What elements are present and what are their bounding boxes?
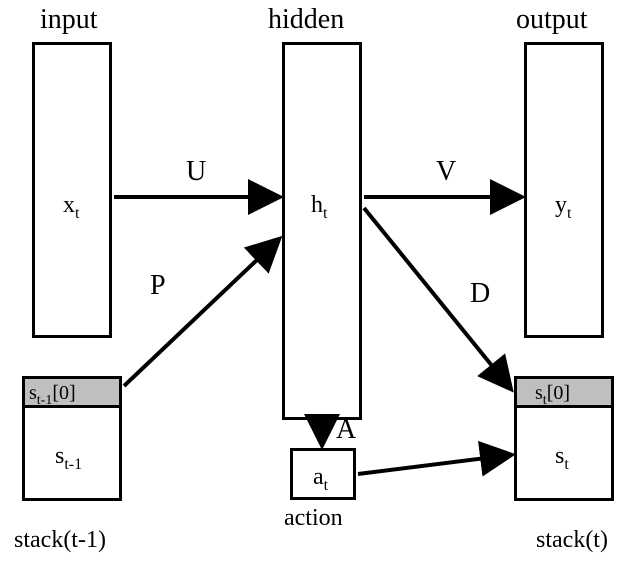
node-s-cur-top: st[0] bbox=[514, 376, 614, 408]
arrow-P bbox=[124, 240, 278, 386]
node-y: yt bbox=[524, 42, 604, 338]
edge-label-U: U bbox=[186, 158, 206, 186]
node-x: xt bbox=[32, 42, 112, 338]
node-s-prev-top: st-1[0] bbox=[22, 376, 122, 408]
node-h-label: ht bbox=[311, 193, 327, 222]
edge-label-P: P bbox=[150, 272, 166, 300]
edge-label-V: V bbox=[436, 158, 456, 186]
label-hidden: hidden bbox=[268, 6, 344, 34]
node-s-cur-label: st bbox=[555, 444, 569, 473]
diagram-stage: input hidden output xt ht yt st-1[0] st-… bbox=[0, 0, 640, 572]
edge-label-A: A bbox=[336, 416, 356, 444]
edge-label-D: D bbox=[470, 280, 490, 308]
node-a-label: at bbox=[313, 465, 328, 494]
node-s-cur: st bbox=[514, 405, 614, 501]
node-s-prev: st-1 bbox=[22, 405, 122, 501]
node-y-label: yt bbox=[555, 193, 571, 222]
label-output: output bbox=[516, 6, 588, 34]
label-stack-prev: stack(t-1) bbox=[14, 528, 106, 552]
label-input: input bbox=[40, 6, 98, 34]
label-stack-cur: stack(t) bbox=[536, 528, 608, 552]
node-h: ht bbox=[282, 42, 362, 420]
arrow-a-to-st bbox=[358, 455, 510, 474]
node-a: at bbox=[290, 448, 356, 500]
node-s-prev-label: st-1 bbox=[55, 444, 82, 473]
node-x-label: xt bbox=[63, 193, 79, 222]
label-action: action bbox=[284, 506, 343, 530]
